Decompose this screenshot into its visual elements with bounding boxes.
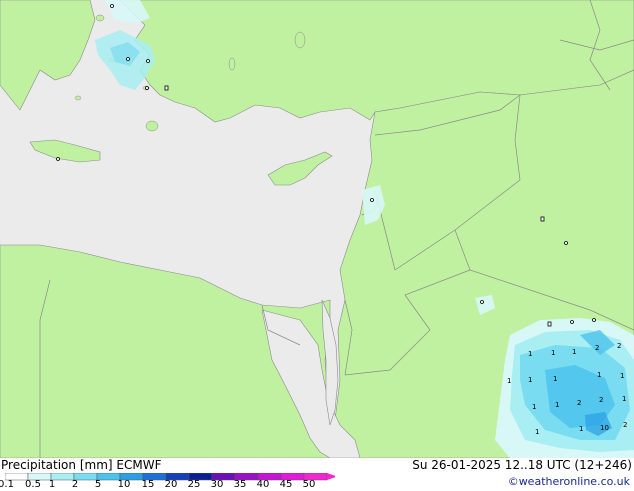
colorbar-tick: 0.5	[25, 479, 41, 490]
colorbar-tick: 10	[117, 479, 131, 490]
precipitation-map: 1 1 2 2 1 1 1 1 1 1 1 2 2 1 1 1 1 10 2	[0, 0, 634, 458]
precip-value: 1	[528, 376, 532, 384]
precip-value: 1	[551, 349, 555, 357]
colorbar-tick: 50	[302, 479, 316, 490]
precip-value: 1	[507, 377, 511, 385]
valid-datetime: Su 26-01-2025 12..18 UTC (12+246)	[412, 458, 632, 472]
colorbar-tick: 15	[141, 479, 155, 490]
colorbar-tick: 1	[48, 479, 56, 490]
product-title: Precipitation [mm]	[1, 458, 113, 472]
colorbar-tick: 5	[94, 479, 102, 490]
precip-value: 1	[622, 395, 626, 403]
colorbar-tick: 0.1	[0, 479, 14, 490]
precip-value: 1	[555, 401, 559, 409]
precip-value: 1	[572, 348, 576, 356]
colorbar-tick: 30	[210, 479, 224, 490]
precip-value: 2	[599, 396, 603, 404]
precip-patches-southeast	[495, 318, 634, 458]
precip-value: 1	[528, 350, 532, 358]
precip-value: 2	[617, 342, 621, 350]
precip-value: 2	[595, 344, 599, 352]
precip-value: 1	[535, 428, 539, 436]
model-name: ECMWF	[116, 458, 162, 472]
precip-value: 2	[577, 399, 581, 407]
colorbar-tick: 20	[164, 479, 178, 490]
precip-value: 1	[553, 375, 557, 383]
colorbar-tick: 45	[279, 479, 293, 490]
colorbar-tick: 2	[71, 479, 79, 490]
precip-value: 10	[600, 424, 609, 432]
precip-value: 1	[532, 403, 536, 411]
colorbar-ticks: 0.1 0.5 1 2 5 10 15 20 25 30 35 40 45 50	[0, 479, 330, 491]
legend-title: Precipitation [mm] ECMWF	[1, 458, 161, 472]
precip-value: 1	[620, 372, 624, 380]
colorbar-tick: 25	[187, 479, 201, 490]
precip-value: 2	[623, 421, 627, 429]
precip-value: 1	[579, 425, 583, 433]
precip-value: 1	[597, 371, 601, 379]
colorbar-tick: 40	[256, 479, 270, 490]
credit-link[interactable]: ©weatheronline.co.uk	[508, 475, 630, 488]
colorbar-tick: 35	[233, 479, 247, 490]
map-footer: Precipitation [mm] ECMWF Su 26-01-2025 1…	[0, 458, 634, 490]
